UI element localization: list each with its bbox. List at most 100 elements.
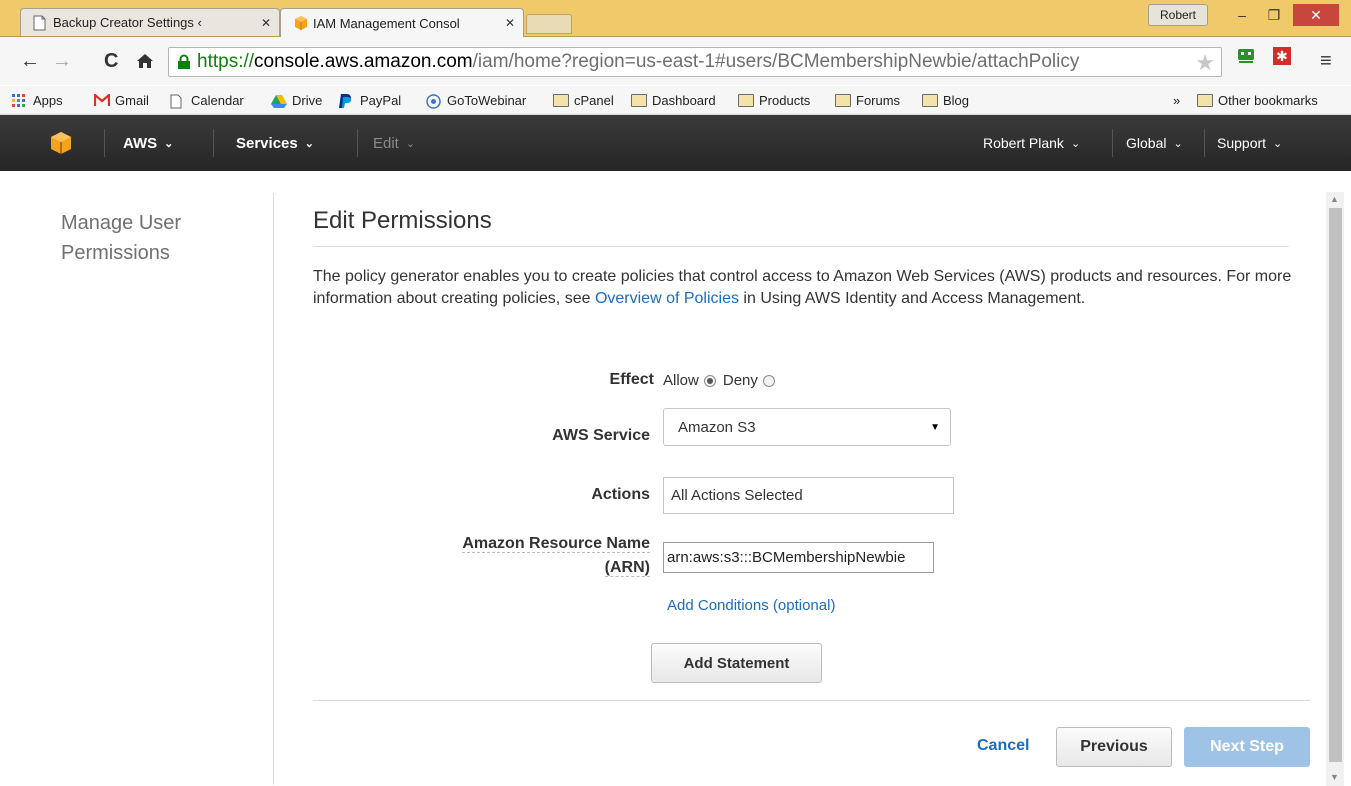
scroll-up-arrow-icon[interactable]: ▲: [1330, 194, 1339, 204]
tab-backup-creator-settings[interactable]: Backup Creator Settings ‹ ✕: [20, 8, 280, 36]
aws-logo[interactable]: [50, 115, 72, 171]
services-menu[interactable]: Services ⌄: [236, 115, 314, 171]
profile-button[interactable]: Robert: [1148, 4, 1208, 26]
actions-select[interactable]: All Actions Selected: [663, 477, 954, 514]
menu-icon[interactable]: ≡: [1320, 49, 1332, 73]
aws-top-nav: AWS ⌄ Services ⌄ Edit ⌄ Robert Plank ⌄ Globa…: [0, 115, 1351, 171]
restore-icon[interactable]: ❐: [1258, 4, 1290, 26]
edit-menu-label: Edit: [373, 134, 399, 152]
previous-button[interactable]: Previous: [1056, 727, 1172, 767]
chevron-down-icon: ⌄: [164, 137, 174, 150]
effect-label: Effect: [609, 371, 654, 388]
overview-of-policies-link[interactable]: Overview of Policies: [595, 290, 739, 307]
actions-label: Actions: [591, 486, 650, 503]
region-menu[interactable]: Global ⌄: [1126, 115, 1183, 171]
close-icon[interactable]: ✕: [505, 16, 515, 30]
bookmark-label: Calendar: [191, 92, 244, 108]
aws-cube-icon: [51, 132, 71, 154]
scroll-down-arrow-icon[interactable]: ▼: [1330, 772, 1339, 782]
user-menu[interactable]: Robert Plank ⌄: [983, 115, 1080, 171]
arn-label: Amazon Resource Name (ARN): [400, 532, 650, 580]
bookmark-calendar[interactable]: Calendar: [170, 86, 244, 114]
deny-label: Deny: [722, 372, 758, 389]
bookmark-label: cPanel: [574, 92, 614, 108]
deny-radio[interactable]: [762, 374, 775, 387]
lock-icon: [177, 54, 191, 70]
extension-lastpass-icon[interactable]: ✱: [1272, 46, 1292, 72]
folder-icon: [1197, 93, 1213, 107]
folder-icon: [631, 93, 647, 107]
bookmark-label: Products: [759, 92, 811, 108]
page-icon: [170, 94, 186, 108]
bookmark-label: Gmail: [115, 92, 149, 108]
add-conditions-link[interactable]: Add Conditions (optional): [667, 597, 835, 614]
page-icon: [33, 15, 47, 31]
allow-radio[interactable]: [703, 374, 716, 387]
bookmark-star-icon[interactable]: ★: [1195, 50, 1215, 76]
services-menu-label: Services: [236, 134, 298, 152]
new-tab-button[interactable]: [526, 14, 572, 34]
aws-service-value: Amazon S3: [678, 418, 756, 436]
bookmark-label: Apps: [33, 92, 63, 108]
bookmark-cpanel[interactable]: cPanel: [553, 86, 614, 114]
bookmark-label: Blog: [943, 92, 970, 108]
bookmark-drive[interactable]: Drive: [271, 86, 322, 114]
aws-cube-icon: [293, 15, 307, 31]
region-menu-label: Global: [1126, 135, 1167, 151]
intro-paragraph: The policy generator enables you to crea…: [313, 266, 1298, 310]
arn-label-line1: Amazon Resource Name: [462, 535, 650, 553]
gmail-icon: [93, 92, 111, 107]
allow-label: Allow: [663, 372, 699, 389]
folder-icon: [922, 93, 938, 107]
cancel-button[interactable]: Cancel: [977, 737, 1029, 755]
next-step-button[interactable]: Next Step: [1184, 727, 1310, 767]
bookmark-gmail[interactable]: Gmail: [93, 86, 149, 114]
scrollbar-thumb[interactable]: [1329, 208, 1342, 762]
apps-grid-icon: [12, 93, 28, 107]
sidebar-title: Manage User Permissions: [61, 212, 182, 264]
folder-icon: [835, 93, 851, 107]
url-scheme: https://: [197, 51, 255, 72]
user-menu-label: Robert Plank: [983, 135, 1064, 151]
reload-icon[interactable]: C: [104, 49, 118, 73]
tab-iam-management-console[interactable]: IAM Management Consol ✕: [280, 8, 524, 37]
bookmark-label: Drive: [292, 92, 323, 108]
edit-menu[interactable]: Edit ⌄: [373, 115, 415, 171]
page-title: Edit Permissions: [313, 207, 492, 234]
arn-input[interactable]: [663, 542, 934, 573]
aws-service-select[interactable]: Amazon S3 ▼: [663, 408, 951, 446]
home-icon[interactable]: [136, 49, 154, 76]
bookmark-label: Other bookmarks: [1218, 92, 1318, 108]
forward-icon[interactable]: →: [52, 49, 72, 73]
minimize-icon[interactable]: –: [1226, 4, 1258, 26]
bookmarks-overflow-button[interactable]: »: [1173, 86, 1180, 114]
bookmark-blog[interactable]: Blog: [922, 86, 969, 114]
back-icon[interactable]: ←: [20, 49, 40, 73]
folder-icon: [738, 93, 754, 107]
aws-menu-label: AWS: [123, 134, 158, 152]
add-statement-button[interactable]: Add Statement: [651, 643, 822, 683]
extension-robot-icon[interactable]: [1236, 46, 1256, 72]
bookmark-label: GoToWebinar: [447, 92, 527, 108]
bookmark-dashboard[interactable]: Dashboard: [631, 86, 716, 114]
bookmark-apps[interactable]: Apps: [12, 86, 63, 114]
title-divider: [313, 246, 1289, 247]
bookmark-paypal[interactable]: PayPal: [339, 86, 401, 114]
tab-title: IAM Management Consol: [313, 15, 460, 31]
bookmark-forums[interactable]: Forums: [835, 86, 900, 114]
effect-radio-group: Allow Deny: [663, 372, 782, 389]
window-close-icon[interactable]: ✕: [1293, 4, 1339, 26]
address-bar[interactable]: https://console.aws.amazon.com/iam/home?…: [168, 47, 1222, 77]
sidebar-divider: [273, 193, 274, 785]
support-menu[interactable]: Support ⌄: [1217, 115, 1282, 171]
other-bookmarks[interactable]: Other bookmarks: [1197, 86, 1318, 114]
bookmark-products[interactable]: Products: [738, 86, 810, 114]
close-icon[interactable]: ✕: [261, 16, 271, 30]
folder-icon: [553, 93, 569, 107]
aws-menu[interactable]: AWS ⌄: [123, 115, 173, 171]
browser-tab-strip: Backup Creator Settings ‹ ✕ IAM Manageme…: [0, 0, 1351, 37]
chevron-down-icon: ⌄: [1273, 137, 1283, 150]
paypal-icon: [339, 93, 355, 108]
chevron-down-icon: ⌄: [1070, 137, 1081, 150]
bookmark-gotowebinar[interactable]: GoToWebinar: [426, 86, 526, 114]
